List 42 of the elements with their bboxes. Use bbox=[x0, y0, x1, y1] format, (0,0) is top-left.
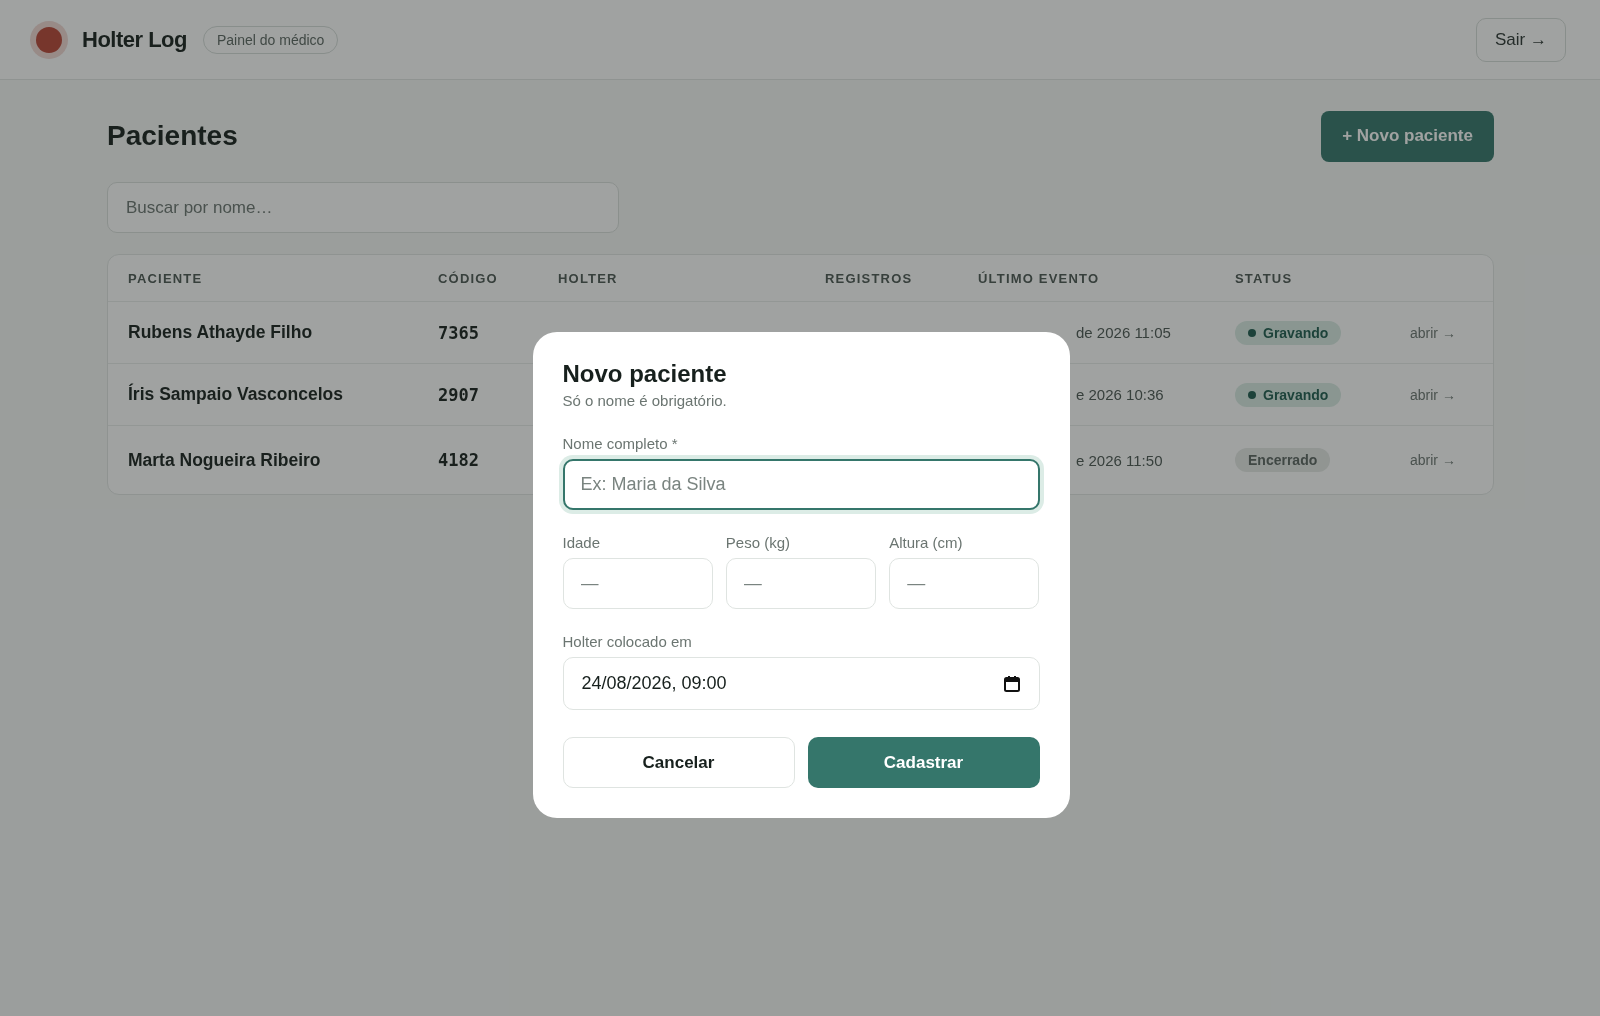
new-patient-button[interactable]: + Novo paciente bbox=[1321, 110, 1494, 162]
field-label: Nome completo * bbox=[562, 435, 679, 452]
field-label: Holter colocado em bbox=[562, 633, 693, 650]
column-header: STATUS bbox=[1235, 270, 1294, 286]
patient-name: Marta Nogueira Ribeiro bbox=[128, 449, 322, 471]
patient-name: Rubens Athayde Filho bbox=[128, 322, 314, 343]
name-field[interactable]: Ex: Maria da Silva bbox=[562, 459, 1040, 510]
date-field[interactable]: 24/08/2026, 09:00 bbox=[562, 657, 1040, 710]
app-title: Holter Log bbox=[82, 26, 187, 53]
number-field[interactable]: — bbox=[725, 558, 877, 609]
column-header: CÓDIGO bbox=[438, 270, 499, 286]
open-link[interactable]: abrir → bbox=[1410, 452, 1456, 468]
dialog-title: Novo paciente bbox=[562, 360, 728, 388]
column-header: ÚLTIMO EVENTO bbox=[978, 270, 1101, 286]
status-badge: Encerrado bbox=[1235, 448, 1331, 472]
last-event: de 2026 11:05 bbox=[1075, 324, 1172, 341]
field-label: Idade bbox=[562, 534, 602, 551]
patient-code: 7365 bbox=[438, 322, 480, 343]
submit-button[interactable]: Cadastrar bbox=[807, 737, 1040, 788]
logo-icon bbox=[30, 20, 68, 59]
open-link[interactable]: abrir → bbox=[1410, 386, 1456, 403]
patient-code: 4182 bbox=[438, 450, 480, 470]
status-badge: Gravando bbox=[1235, 320, 1342, 345]
status-badge: Gravando bbox=[1235, 382, 1342, 407]
number-field[interactable]: — bbox=[889, 558, 1040, 609]
calendar-icon[interactable] bbox=[1002, 674, 1021, 693]
dialog-subtitle: Só o nome é obrigatório. bbox=[562, 392, 728, 409]
column-header: REGISTROS bbox=[825, 270, 914, 286]
field-label: Peso (kg) bbox=[725, 534, 792, 551]
field-label: Altura (cm) bbox=[889, 534, 964, 551]
column-header: PACIENTE bbox=[128, 270, 204, 286]
page-title: Pacientes bbox=[107, 120, 238, 152]
patient-code: 2907 bbox=[438, 384, 480, 405]
logout-button[interactable]: Sair → bbox=[1476, 17, 1566, 62]
open-link[interactable]: abrir → bbox=[1410, 324, 1456, 341]
search-field[interactable]: Buscar por nome… bbox=[107, 182, 619, 233]
last-event: e 2026 11:50 bbox=[1075, 451, 1164, 469]
column-header: HOLTER bbox=[558, 270, 619, 286]
last-event: e 2026 10:36 bbox=[1075, 386, 1165, 403]
number-field[interactable]: — bbox=[562, 558, 713, 609]
cancel-button[interactable]: Cancelar bbox=[562, 737, 795, 788]
patient-name: Íris Sampaio Vasconcelos bbox=[128, 384, 344, 405]
